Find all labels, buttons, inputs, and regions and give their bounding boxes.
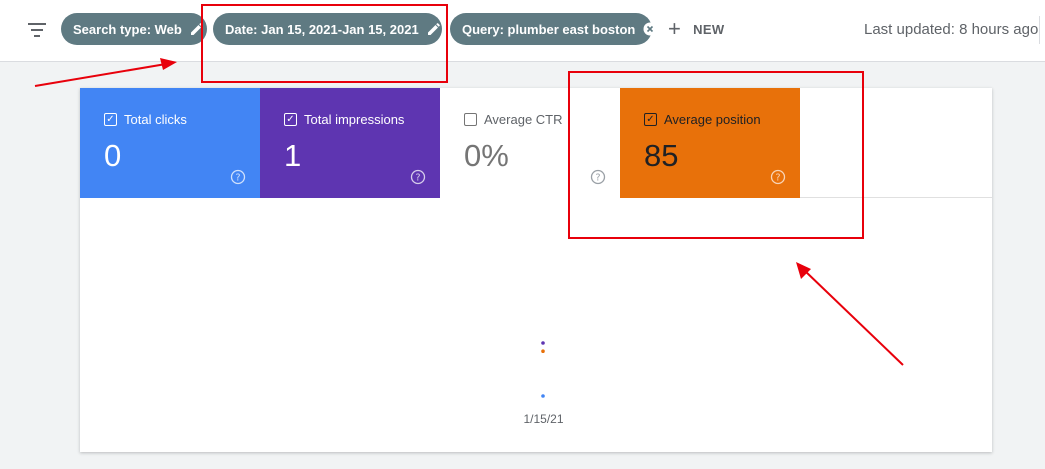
metric-label: Total impressions [304,112,405,127]
metric-total-clicks[interactable]: ✓ Total clicks 0 ? [80,88,260,198]
new-filter-label: NEW [693,21,725,37]
new-filter-button[interactable]: + NEW [668,15,724,43]
performance-card: ✓ Total clicks 0 ? ✓ Total impressions 1… [80,88,992,452]
help-icon[interactable]: ? [590,169,606,185]
checkbox-checked-icon[interactable]: ✓ [104,113,117,126]
metric-label: Total clicks [124,112,187,127]
date-chip[interactable]: Date: Jan 15, 2021-Jan 15, 2021 [213,13,442,45]
last-updated-text: Last updated: 8 hours ago [864,21,1039,38]
filter-toolbar: Search type: Web Date: Jan 15, 2021-Jan … [0,0,1045,62]
query-chip[interactable]: Query: plumber east boston [450,13,657,45]
checkbox-checked-icon[interactable]: ✓ [284,113,297,126]
svg-text:?: ? [775,173,780,184]
chip-label: Query: plumber east boston [462,21,636,37]
checkbox-unchecked-icon[interactable] [464,113,477,126]
metric-total-impressions[interactable]: ✓ Total impressions 1 ? [260,88,440,198]
svg-text:?: ? [595,173,600,184]
metric-average-ctr[interactable]: Average CTR 0% ? [440,88,620,198]
pencil-icon[interactable] [427,21,441,37]
toolbar-divider [1039,16,1040,44]
help-icon[interactable]: ? [230,169,246,185]
metric-value: 0 [104,138,122,173]
chip-label: Search type: Web [73,21,182,37]
plus-icon: + [668,16,682,41]
x-tick-label: 1/15/21 [523,412,564,426]
metric-value: 0% [464,138,509,173]
metric-value: 1 [284,138,302,173]
chart-point-series-2 [541,341,545,345]
close-circle-icon[interactable] [643,21,657,37]
metric-average-position[interactable]: ✓ Average position 85 ? [620,88,800,198]
metric-label: Average CTR [484,112,563,127]
metric-tabs: ✓ Total clicks 0 ? ✓ Total impressions 1… [80,88,992,198]
metric-value: 85 [644,138,679,173]
help-icon[interactable]: ? [410,169,426,185]
chip-label: Date: Jan 15, 2021-Jan 15, 2021 [225,21,419,37]
pencil-icon[interactable] [190,21,204,37]
metric-label: Average position [664,112,761,127]
svg-text:?: ? [235,173,240,184]
help-icon[interactable]: ? [770,169,786,185]
metric-header: ✓ Average position [644,112,761,127]
svg-text:?: ? [415,173,420,184]
filter-list-icon[interactable] [26,20,48,40]
checkbox-checked-icon[interactable]: ✓ [644,113,657,126]
annotation-arrow-left [34,58,177,87]
performance-chart: 1/15/21 [80,199,992,452]
metric-header: ✓ Total clicks [104,112,187,127]
metric-header: ✓ Total impressions [284,112,404,127]
chart-point-series-1 [541,394,545,398]
metric-header: Average CTR [464,112,563,127]
chart-point-series-3 [541,349,545,353]
search-type-chip[interactable]: Search type: Web [61,13,207,45]
